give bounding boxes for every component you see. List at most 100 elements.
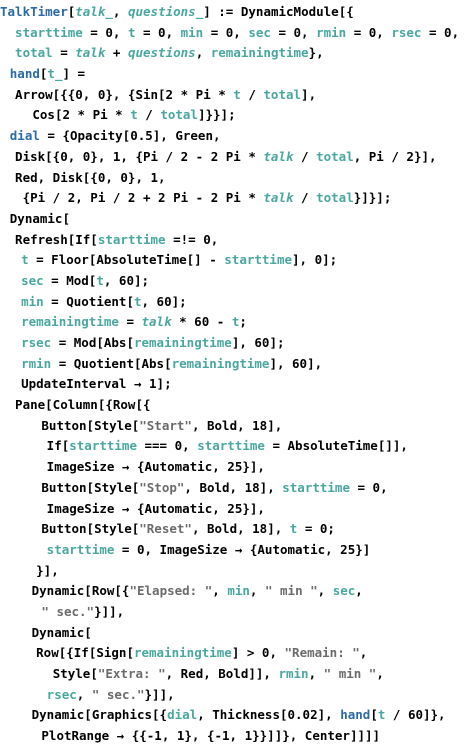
code-line: rsec = Mod[Abs[remainingtime], 60]; xyxy=(0,333,464,354)
code-token: }]], xyxy=(144,686,175,702)
code-token: {Pi / 2, Pi / 2 + 2 Pi - 2 Pi * xyxy=(22,190,264,206)
code-token: dial xyxy=(167,707,198,723)
code-token: Arrow[{{0, 0}, {Sin[2 * Pi * xyxy=(15,86,234,102)
code-token: / xyxy=(293,148,317,164)
code-token: "Extra: " xyxy=(97,666,166,681)
code-token: ], 0]; xyxy=(292,252,338,268)
code-token: Row[{If[Sign[ xyxy=(36,645,134,661)
code-token: / 60]}, xyxy=(385,707,446,723)
code-token: , xyxy=(355,583,363,599)
code-line: Dynamic[ xyxy=(0,209,464,230)
code-line: {Pi / 2, Pi / 2 + 2 Pi - 2 Pi * talk / t… xyxy=(0,188,464,209)
code-line: Arrow[{{0, 0}, {Sin[2 * Pi * t / total], xyxy=(0,85,464,106)
code-token: dial xyxy=(9,128,40,144)
code-token: = Quotient[Abs[ xyxy=(51,355,172,371)
code-line: starttime = 0, t = 0, min = 0, sec = 0, … xyxy=(0,23,464,44)
code-token: / xyxy=(293,190,317,206)
code-token: = 0, xyxy=(349,479,388,495)
code-line: Dynamic[ xyxy=(0,623,464,644)
code-token: , Bold, 18], xyxy=(184,479,283,495)
code-token: questions_ xyxy=(127,4,204,19)
code-token: , Thickness[0.02], xyxy=(197,707,341,723)
code-token: total xyxy=(160,107,198,123)
code-token: , xyxy=(249,583,265,599)
code-token: , 60]; xyxy=(103,272,150,288)
code-line: min = Quotient[t, 60]; xyxy=(0,292,464,313)
code-token: , 60]; xyxy=(141,293,187,309)
code-token: =!= 0, xyxy=(165,231,219,247)
code-token: + xyxy=(105,45,128,61)
code-line: Disk[{0, 0}, 1, {Pi / 2 - 2 Pi * talk / … xyxy=(0,147,464,168)
code-token: rmin xyxy=(21,355,52,371)
code-token: Button[Style[ xyxy=(41,417,140,433)
code-token: TalkTimer xyxy=(0,4,68,19)
code-token: , xyxy=(76,686,92,702)
code-token: questions xyxy=(127,45,196,61)
code-token: talk xyxy=(263,148,294,164)
code-token: talk xyxy=(263,190,294,206)
code-line: Dynamic[Graphics[{dial, Thickness[0.02],… xyxy=(0,705,464,726)
code-token: ImageSize → {Automatic, 25}], xyxy=(46,500,265,516)
code-token: = 0, xyxy=(421,24,460,40)
code-token: = 0, xyxy=(203,24,249,40)
code-token: , xyxy=(317,583,333,599)
code-token: If[ xyxy=(46,438,70,454)
code-line: If[starttime === 0, starttime = Absolute… xyxy=(0,436,464,457)
code-token: = {Opacity[0.5], Green, xyxy=(39,128,221,144)
code-token: hand xyxy=(340,707,371,723)
code-token: remainingtime xyxy=(133,335,232,350)
code-token: , Pi / 2}], xyxy=(353,148,437,164)
code-token: talk_ xyxy=(75,4,113,19)
code-line: rmin = Quotient[Abs[remainingtime], 60], xyxy=(0,354,464,375)
code-token: = Mod[ xyxy=(43,272,97,288)
code-token: / xyxy=(240,86,264,102)
code-token: sec xyxy=(21,272,44,288)
code-token: Cos[2 * Pi * xyxy=(32,107,131,123)
code-token: , Red, Bold]], xyxy=(165,666,279,681)
code-token: ] > 0, xyxy=(231,645,285,661)
code-token: = 0, xyxy=(346,24,392,40)
code-token: total xyxy=(15,45,53,61)
code-token: " sec." xyxy=(41,603,95,619)
code-line: total = talk + questions, remainingtime}… xyxy=(0,43,464,64)
code-line: hand[t_] = xyxy=(0,64,464,85)
code-token: sec xyxy=(332,583,356,599)
code-token: , xyxy=(195,45,211,61)
code-token: Refresh[If[ xyxy=(15,231,98,247)
code-line: starttime = 0, ImageSize → {Automatic, 2… xyxy=(0,540,464,561)
code-editor[interactable]: TalkTimer [talk_, questions_] := DynamicM… xyxy=(0,0,464,753)
code-line: sec = Mod[t, 60]; xyxy=(0,271,464,292)
code-line: " sec."}]], xyxy=(0,602,464,623)
code-token: t xyxy=(133,293,142,309)
code-token: = Quotient[ xyxy=(43,293,134,309)
code-token: Dynamic[Row[{ xyxy=(31,583,130,599)
code-token: total xyxy=(263,86,302,102)
code-token: }]}]; xyxy=(353,190,392,206)
code-line: rsec, " sec."}]], xyxy=(0,685,464,706)
code-token: }, xyxy=(308,45,324,61)
code-token: ; xyxy=(239,314,247,330)
code-token: talk xyxy=(141,314,172,330)
code-token: rsec xyxy=(391,24,422,40)
code-token: starttime xyxy=(282,479,350,495)
code-token: remainingtime xyxy=(171,355,270,371)
code-token: = xyxy=(52,45,76,61)
code-line: UpdateInterval → 1]; xyxy=(0,374,464,395)
code-line: TalkTimer[talk_, questions_] := DynamicM… xyxy=(0,2,464,23)
code-token: Button[Style[ xyxy=(41,479,140,495)
code-token: , xyxy=(376,666,384,681)
code-line: Cos[2 * Pi * t / total]}}]; xyxy=(0,105,464,126)
code-line: Pane[Column[{Row[{ xyxy=(0,395,464,416)
code-token: = 0, xyxy=(135,24,181,40)
code-token: , xyxy=(112,4,128,19)
code-line: Refresh[If[starttime =!= 0, xyxy=(0,230,464,251)
code-token: hand xyxy=(9,66,40,82)
code-token: rsec xyxy=(21,335,52,350)
code-line: dial = {Opacity[0.5], Green, xyxy=(0,126,464,147)
code-token: ]}}]; xyxy=(197,107,236,123)
code-line: Button[Style["Start", Bold, 18], xyxy=(0,416,464,437)
code-token: = Floor[AbsoluteTime[] - xyxy=(28,252,225,268)
code-token: ], xyxy=(301,86,317,102)
code-line: }], xyxy=(0,561,464,582)
code-token: t xyxy=(130,107,138,123)
